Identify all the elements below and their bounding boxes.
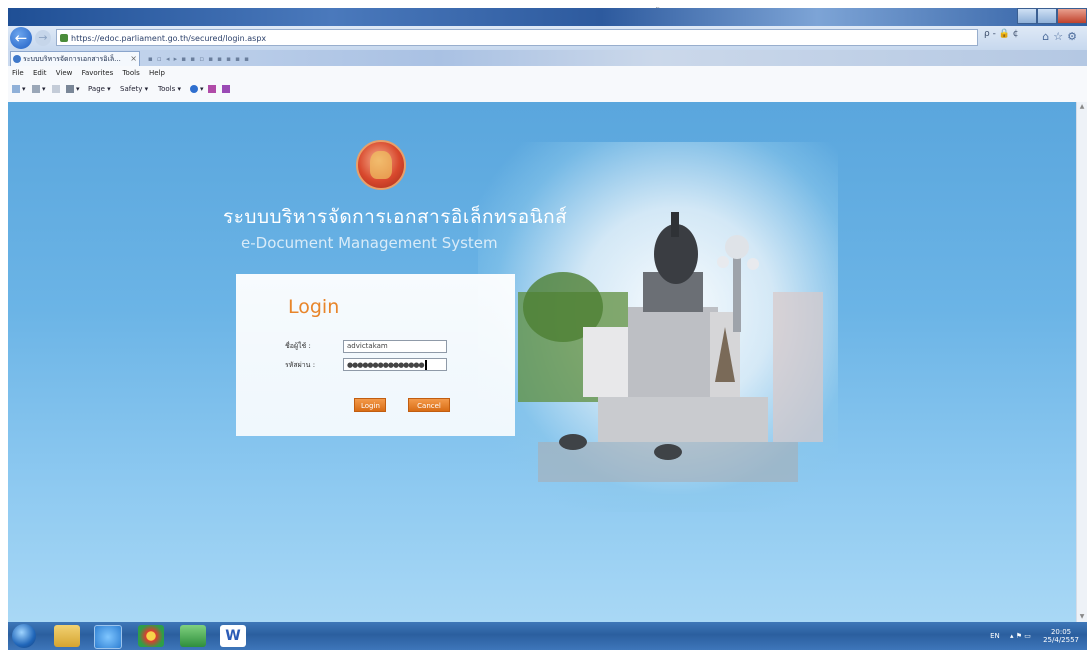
- password-mask: ●●●●●●●●●●●●●●●: [347, 361, 425, 369]
- password-label: รหัสผ่าน :: [285, 361, 316, 369]
- system-title-thai: ระบบบริหารจัดการเอกสารอิเล็กทรอนิกส์: [223, 206, 568, 228]
- favorites-strip: ▪ ▫ ◂ ▸ ▪ ▪ ▫ ▪ ▪ ▪ ▪ ▪: [148, 55, 250, 63]
- print-icon[interactable]: ▾: [66, 85, 80, 93]
- parliament-seal-logo: [356, 140, 406, 190]
- feeds-icon[interactable]: ▾: [32, 85, 46, 93]
- scroll-down-icon[interactable]: ▼: [1077, 612, 1087, 622]
- address-bar: ← → https://edoc.parliament.go.th/secure…: [8, 26, 1087, 50]
- window-controls: [1017, 8, 1087, 24]
- chrome-icon[interactable]: [138, 625, 164, 647]
- toolbar-icons[interactable]: ⌂☆⚙: [1042, 30, 1081, 43]
- close-button[interactable]: [1056, 8, 1087, 24]
- safety-menu[interactable]: Safety ▾: [120, 85, 148, 93]
- clock[interactable]: 20:05 25/4/2557: [1043, 628, 1079, 644]
- browser-window: ← → https://edoc.parliament.go.th/secure…: [8, 8, 1087, 650]
- minimize-button[interactable]: [1017, 8, 1037, 24]
- menu-file[interactable]: File: [12, 69, 24, 77]
- maximize-button[interactable]: [1036, 8, 1057, 24]
- login-button[interactable]: Login: [354, 398, 386, 412]
- url-field[interactable]: https://edoc.parliament.go.th/secured/lo…: [56, 29, 978, 46]
- site-icon: [60, 34, 68, 42]
- mail-icon[interactable]: [52, 85, 62, 93]
- tab-title: ระบบบริหารจัดการเอกสารอิเล็...: [23, 55, 121, 63]
- menu-help[interactable]: Help: [149, 69, 165, 77]
- app-icon[interactable]: [180, 625, 206, 647]
- vertical-scrollbar[interactable]: ▲ ▼: [1076, 102, 1087, 622]
- menu-view[interactable]: View: [56, 69, 73, 77]
- start-button[interactable]: [12, 624, 36, 648]
- url-text: https://edoc.parliament.go.th/secured/lo…: [71, 34, 267, 43]
- forward-button[interactable]: →: [35, 30, 51, 46]
- explorer-icon[interactable]: [54, 625, 80, 647]
- password-input[interactable]: ●●●●●●●●●●●●●●●: [343, 358, 447, 371]
- home-icon[interactable]: ▾: [12, 85, 26, 93]
- tools-menu[interactable]: Tools ▾: [158, 85, 181, 93]
- page-content: ระบบบริหารจัดการเอกสารอิเล็กทรอนิกส์ e-D…: [8, 102, 1087, 622]
- login-heading: Login: [288, 296, 340, 318]
- scroll-up-icon[interactable]: ▲: [1077, 102, 1087, 112]
- login-form: Login ชื่อผู้ใช้ : รหัสผ่าน : ●●●●●●●●●●…: [236, 274, 515, 436]
- top-caption: ู: [0, 0, 1087, 8]
- tab-active[interactable]: ระบบบริหารจัดการเอกสารอิเล็... ×: [10, 51, 140, 66]
- tab-bar: ระบบบริหารจัดการเอกสารอิเล็... × ▪ ▫ ◂ ▸…: [8, 50, 1087, 66]
- menu-tools[interactable]: Tools: [122, 69, 139, 77]
- monument-illustration: [518, 212, 823, 482]
- language-indicator[interactable]: EN: [990, 632, 1000, 640]
- taskbar: W EN ▴ ⚑ ▭ 20:05 25/4/2557: [8, 622, 1087, 650]
- help-icon[interactable]: ▾: [190, 85, 204, 93]
- username-input[interactable]: [343, 340, 447, 353]
- tray-icons[interactable]: ▴ ⚑ ▭: [1010, 632, 1031, 640]
- addon-icon[interactable]: [208, 85, 218, 93]
- addon2-icon[interactable]: [222, 85, 232, 93]
- title-bar: [8, 8, 1087, 26]
- clock-time: 20:05: [1050, 628, 1072, 636]
- clock-date: 25/4/2557: [1043, 636, 1079, 644]
- menu-edit[interactable]: Edit: [33, 69, 47, 77]
- system-title-english: e-Document Management System: [241, 234, 498, 252]
- menu-favorites[interactable]: Favorites: [82, 69, 114, 77]
- username-label: ชื่อผู้ใช้ :: [285, 342, 311, 350]
- address-tools[interactable]: ρ - 🔒 ¢: [984, 29, 1018, 39]
- back-button[interactable]: ←: [10, 27, 32, 49]
- ie-icon[interactable]: [94, 625, 122, 649]
- tab-close-icon[interactable]: ×: [130, 52, 137, 66]
- cancel-button[interactable]: Cancel: [408, 398, 450, 412]
- command-bar: ▾ ▾ ▾ Page ▾ Safety ▾ Tools ▾ ▾: [8, 80, 1087, 103]
- page-menu[interactable]: Page ▾: [88, 85, 111, 93]
- menu-bar: File Edit View Favorites Tools Help: [8, 66, 1087, 80]
- system-tray: EN ▴ ⚑ ▭ 20:05 25/4/2557: [990, 628, 1079, 644]
- tab-favicon-icon: [13, 55, 21, 63]
- word-icon[interactable]: W: [220, 625, 246, 647]
- monument-photo: [478, 142, 838, 512]
